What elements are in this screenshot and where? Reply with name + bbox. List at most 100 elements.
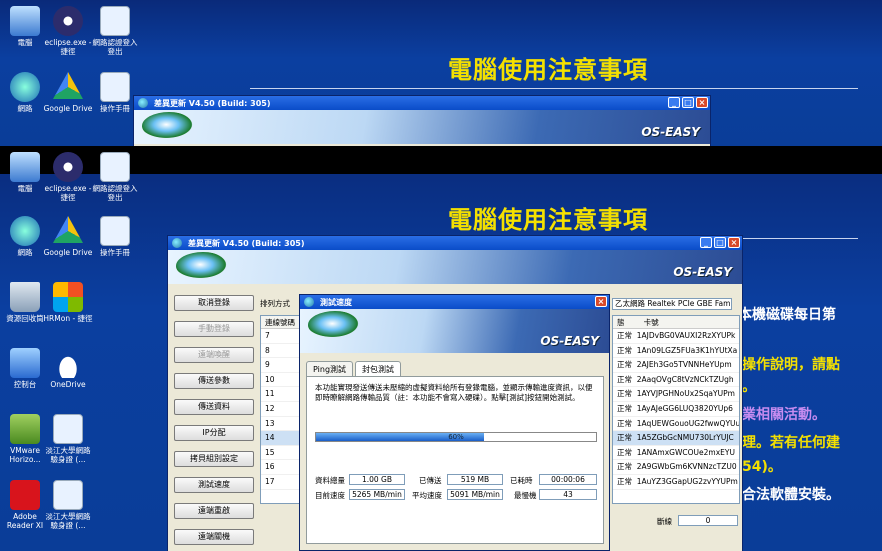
avg-value: 5091 MB/min xyxy=(447,489,503,500)
desktop-icon-eclipse[interactable]: eclipse.exe - 捷徑 xyxy=(43,152,93,202)
table-row[interactable]: 16 xyxy=(261,460,299,475)
ie-shortcut-icon xyxy=(53,414,83,444)
speed-test-dialog: 測試速度 × OS-EASY Ping測試 封包測試 本功能實現發送傳送未壓縮的… xyxy=(299,294,610,551)
table-row[interactable]: 8 xyxy=(261,344,299,359)
desktop-top: 電腦使用注意事項 電腦 eclipse.exe - 捷徑 網路認證登入登出 網路… xyxy=(0,0,882,146)
client-list[interactable]: 連線號碼 7 8 9 10 11 12 13 14 15 16 17 xyxy=(260,315,300,504)
logo-icon xyxy=(176,252,230,280)
copy-group-button[interactable]: 拷貝組別設定 xyxy=(174,451,254,467)
ie-shortcut-icon xyxy=(100,152,130,182)
list-header: 連線號碼 xyxy=(261,316,299,329)
desktop-icon-gdrive[interactable]: Google Drive xyxy=(43,72,93,113)
dialog-titlebar[interactable]: 測試速度 × xyxy=(300,295,609,309)
slowest-value: 43 xyxy=(539,489,597,500)
table-row[interactable]: 10 xyxy=(261,373,299,388)
wake-on-lan-button[interactable]: 遠端喚醒 xyxy=(174,347,254,363)
desktop-icon-netlogin[interactable]: 網路認證登入登出 xyxy=(90,6,140,56)
table-row[interactable]: 正常 2AJEh3Go5TVNNHeYUpm xyxy=(613,358,739,373)
google-drive-icon xyxy=(53,216,83,243)
desktop-icon-sdu2[interactable]: 淡江大學網路驗身證 (... xyxy=(43,480,93,530)
close-button[interactable]: × xyxy=(595,296,607,307)
client-detail-list[interactable]: 態 卡號 正常 1AJDvBG0VAUXI2RzXYUPk 正常 1An09LG… xyxy=(612,315,740,504)
desktop-icon-hrmon[interactable]: HRMon - 捷徑 xyxy=(43,282,93,323)
table-row[interactable]: 15 xyxy=(261,446,299,461)
close-button[interactable]: × xyxy=(696,97,708,108)
table-row[interactable]: 正常 1AyAJeGG6LUQ3820YUp6 xyxy=(613,402,739,417)
send-data-button[interactable]: 傳送資料 xyxy=(174,399,254,415)
slide-title: 電腦使用注意事項 xyxy=(448,206,648,234)
table-row[interactable]: 正常 1A5ZGbGcNMU730LrYUJC xyxy=(613,431,739,446)
desktop-icon-manual[interactable]: 操作手冊 xyxy=(90,216,140,257)
tab-panel: 本功能實現發送傳送未壓縮的虛擬資料給所有登錄電腦，並顯示傳輸進度資訊，以便即時瞭… xyxy=(306,376,604,544)
brand-logo: OS-EASY xyxy=(641,125,700,139)
ie-shortcut-icon xyxy=(100,216,130,246)
tab-ping[interactable]: Ping測試 xyxy=(306,361,354,377)
speed-test-button[interactable]: 測試速度 xyxy=(174,477,254,493)
table-row[interactable]: 正常 1AuYZ3GGapUG2zvYYUPm xyxy=(613,475,739,490)
detail-header: 態 卡號 xyxy=(613,316,739,329)
computer-icon xyxy=(10,6,40,36)
table-row[interactable]: 正常 1AJDvBG0VAUXI2RzXYUPk xyxy=(613,329,739,344)
desktop-icon-gdrive[interactable]: Google Drive xyxy=(43,216,93,257)
app-icon xyxy=(138,98,148,108)
elapsed-value: 00:00:06 xyxy=(539,474,597,485)
slide-line-1: 本機磁碟每日第 xyxy=(738,307,836,323)
window-titlebar[interactable]: 差異更新 V4.50 (Build: 305) _ □ × xyxy=(168,236,742,250)
remote-restart-button[interactable]: 遠端重啟 xyxy=(174,503,254,519)
table-row[interactable]: 12 xyxy=(261,402,299,417)
slide-line-7: 合法軟體安裝。 xyxy=(742,487,840,503)
avg-label: 平均速度 xyxy=(412,491,442,500)
window-titlebar[interactable]: 差異更新 V4.50 (Build: 305) _ □ × xyxy=(134,96,710,110)
tab-packet[interactable]: 封包測試 xyxy=(355,361,402,377)
desktop-icon-eclipse[interactable]: eclipse.exe - 捷徑 xyxy=(43,6,93,56)
desktop-icon-sdu[interactable]: 淡江大學網路驗身證 (... xyxy=(43,414,93,464)
speed-label: 目前速度 xyxy=(315,491,345,500)
disconnect-label: 斷線 xyxy=(657,517,672,526)
progress-text: 60% xyxy=(448,433,464,441)
network-icon xyxy=(10,216,40,246)
table-row[interactable]: 正常 2AaqOVgC8tVzNCkTZUgh xyxy=(613,373,739,388)
desktop-icon-onedrive[interactable]: OneDrive xyxy=(43,348,93,389)
remote-shutdown-button[interactable]: 遠端關機 xyxy=(174,529,254,545)
google-drive-icon xyxy=(53,72,83,99)
onedrive-icon xyxy=(53,348,83,378)
table-row[interactable]: 17 xyxy=(261,475,299,490)
logo-icon xyxy=(308,311,362,339)
desktop-main: 電腦使用注意事項 本機磁碟每日第 操作說明，請點 。 業相關活動。 理。若有任何… xyxy=(0,146,882,551)
disconnect-count: 0 xyxy=(678,515,738,526)
total-label: 資料總量 xyxy=(315,476,345,485)
send-params-button[interactable]: 傳送參數 xyxy=(174,373,254,389)
sort-label: 排列方式 xyxy=(260,299,290,308)
table-row[interactable]: 13 xyxy=(261,417,299,432)
maximize-button[interactable]: □ xyxy=(682,97,694,108)
table-row[interactable]: 正常 1An09LGZ5FUa3K1hYUtXa xyxy=(613,344,739,359)
table-row[interactable]: 正常 1ANAmxGWCOUe2mxEYU xyxy=(613,446,739,461)
windows-logo-icon xyxy=(53,282,83,312)
speed-value: 5265 MB/min xyxy=(349,489,405,500)
table-row[interactable]: 正常 2A9GWbGm6KVNNzcTZU0 xyxy=(613,460,739,475)
minimize-button[interactable]: _ xyxy=(700,237,712,248)
close-button[interactable]: × xyxy=(728,237,740,248)
network-adapter-select[interactable]: 乙太網路 Realtek PCIe GBE Family Con xyxy=(612,298,732,310)
table-row[interactable]: 9 xyxy=(261,358,299,373)
sent-label: 已傳送 xyxy=(419,476,442,485)
manual-register-button[interactable]: 手動登錄 xyxy=(174,321,254,337)
slide-title-top: 電腦使用注意事項 xyxy=(448,56,648,84)
minimize-button[interactable]: _ xyxy=(668,97,680,108)
progress-bar: 60% xyxy=(315,432,597,442)
desktop-icon-netlogin[interactable]: 網路認證登入登出 xyxy=(90,152,140,202)
table-row[interactable]: 11 xyxy=(261,387,299,402)
elapsed-label: 已耗時 xyxy=(510,476,533,485)
ip-assign-button[interactable]: IP分配 xyxy=(174,425,254,441)
cancel-register-button[interactable]: 取消登錄 xyxy=(174,295,254,311)
maximize-button[interactable]: □ xyxy=(714,237,726,248)
ie-shortcut-icon xyxy=(100,6,130,36)
table-row[interactable]: 7 xyxy=(261,329,299,344)
table-row[interactable]: 正常 1AYVJPGHNoUx2SqaYUPm xyxy=(613,387,739,402)
recycle-bin-icon xyxy=(10,282,40,312)
table-row[interactable]: 正常 1AqUEWGouoUG2fwwQYUu xyxy=(613,417,739,432)
dialog-banner: OS-EASY xyxy=(300,309,609,353)
app-icon xyxy=(172,238,182,248)
table-row[interactable]: 14 xyxy=(261,431,299,446)
acrobat-icon xyxy=(10,480,40,510)
